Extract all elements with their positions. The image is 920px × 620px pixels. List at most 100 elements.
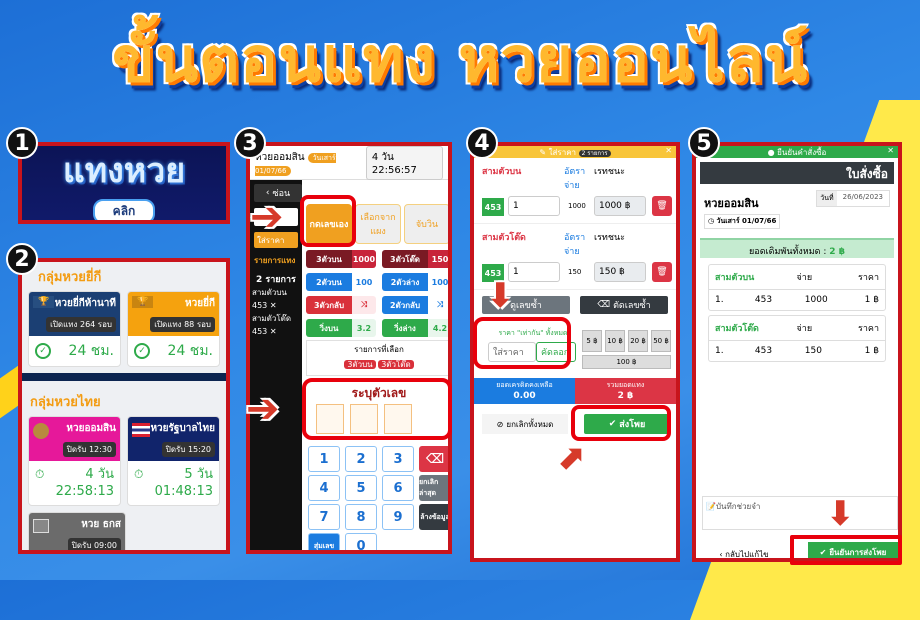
highlight-confirm bbox=[790, 535, 902, 565]
tab-pick-win[interactable]: จับวิน bbox=[404, 204, 448, 244]
key-9[interactable]: 9 bbox=[382, 504, 414, 530]
price-header: ✎ ใส่ราคา 2 รายการ ✕ bbox=[474, 146, 676, 158]
amount-input[interactable]: 1 bbox=[508, 196, 560, 216]
bet-list-label: รายการแทง bbox=[254, 256, 296, 265]
table-type: สามตัวบน bbox=[715, 273, 755, 283]
table-row: 1. 453 150 1 ฿ bbox=[715, 346, 879, 356]
trophy-icon: 🏆 bbox=[132, 296, 154, 308]
key-7[interactable]: 7 bbox=[308, 504, 340, 530]
step-badge-3: 3 bbox=[234, 127, 266, 159]
bet-type-button[interactable]: 2ตัวล่าง 100 bbox=[382, 273, 448, 291]
key-2[interactable]: 2 bbox=[345, 446, 377, 472]
bet-type-button[interactable]: 3ตัวโต๊ด 150 bbox=[382, 250, 448, 268]
row-type: สามตัวบน bbox=[482, 167, 522, 177]
total-box: รวมยอดแทง 2 ฿ bbox=[575, 378, 676, 404]
delete-row-button[interactable]: 🗑 bbox=[652, 196, 672, 216]
win-header: เรทชนะ bbox=[594, 167, 625, 177]
order-table: สามตัวบน จ่าย ราคา 1. 453 1000 1 ฿ bbox=[708, 264, 886, 311]
remove-icon[interactable]: ✕ bbox=[270, 301, 277, 310]
key-0[interactable]: 0 bbox=[345, 533, 377, 550]
bet-type-button[interactable]: วิ่งล่าง 4.2 bbox=[382, 319, 448, 337]
confirm-header: ● ยืนยันคำสั่งซื้อ ✕ bbox=[696, 146, 898, 158]
key-6[interactable]: 6 bbox=[382, 475, 414, 501]
random-key[interactable]: สุ่มเลข bbox=[308, 533, 340, 550]
undo-last-key[interactable]: ยกเลิกล่าสุด bbox=[419, 475, 448, 501]
keypad: 1 2 3 ⌫ 4 5 6 ยกเลิกล่าสุด 7 8 9 ล้างข้อมูลสุ่มเลข 0 bbox=[308, 446, 448, 550]
baac-logo-icon bbox=[33, 519, 49, 533]
tab-from-panel[interactable]: เลือกจากแผง bbox=[355, 204, 401, 244]
remove-icon[interactable]: ✕ bbox=[270, 327, 277, 336]
card-time: 01:48:13 bbox=[154, 484, 213, 499]
invoice-title: ใบสั่งซื้อ bbox=[700, 162, 894, 184]
memo-input[interactable]: 📝บันทึกช่วยจำ bbox=[702, 496, 898, 530]
step-badge-5: 5 bbox=[688, 127, 720, 159]
quick-amount-button[interactable]: 100 ฿ bbox=[582, 355, 671, 369]
selected-tag: 3ตัวบน bbox=[344, 360, 376, 369]
cut-duplicates-button[interactable]: ⌫ ตัดเลขซ้ำ bbox=[580, 296, 668, 314]
close-icon[interactable]: ✕ bbox=[887, 146, 894, 155]
bet-type-button[interactable]: 3ตัวกลับ ⤨ bbox=[306, 296, 376, 314]
ban-icon: ⊘ bbox=[496, 419, 504, 429]
delete-row-button[interactable]: 🗑 bbox=[652, 262, 672, 282]
selected-tag: 3ตัวโต๊ด bbox=[378, 360, 414, 369]
key-3[interactable]: 3 bbox=[382, 446, 414, 472]
group-title-yiki: กลุ่มหวยยี่กี bbox=[38, 270, 102, 285]
cancel-all-button[interactable]: ⊘ ยกเลิกทั้งหมด bbox=[482, 414, 568, 434]
bet-count: 2 รายการ bbox=[256, 275, 296, 285]
close-icon[interactable]: ✕ bbox=[665, 146, 672, 155]
step-badge-2: 2 bbox=[6, 243, 38, 275]
rate-value: 1000 bbox=[568, 202, 586, 210]
order-table: สามตัวโต๊ด จ่าย ราคา 1. 453 150 1 ฿ bbox=[708, 315, 886, 362]
card-days: 4 วัน bbox=[85, 467, 114, 482]
win-header: เรทชนะ bbox=[594, 233, 625, 243]
quick-amount-button[interactable]: 20 ฿ bbox=[628, 330, 648, 352]
card-status: 24 ชม. bbox=[167, 343, 213, 359]
table-type: สามตัวโต๊ด bbox=[715, 324, 759, 334]
card-sub: เปิดแทง 88 รอบ bbox=[150, 317, 215, 332]
chevron-left-icon: ‹ bbox=[719, 550, 723, 559]
clear-key[interactable]: ล้างข้อมูล bbox=[419, 504, 448, 530]
count-badge: 2 รายการ bbox=[578, 150, 611, 157]
key-1[interactable]: 1 bbox=[308, 446, 340, 472]
quick-amount-button[interactable]: 5 ฿ bbox=[582, 330, 602, 352]
rate-header: อัตราจ่าย bbox=[564, 167, 586, 191]
bet-type: สามตัวบน bbox=[252, 288, 287, 297]
group-title-thai: กลุ่มหวยไทย bbox=[30, 395, 101, 410]
lottery-name: หวยออมสิน bbox=[255, 151, 305, 163]
gsb-logo-icon bbox=[33, 423, 49, 439]
lottery-card[interactable]: 🏆 หวยยี่กีห้านาที เปิดแทง 264 รอบ ✓ 24 ช… bbox=[28, 291, 121, 367]
trophy-icon: 🏆 bbox=[33, 296, 55, 308]
trash-icon: 🗑 bbox=[656, 201, 668, 211]
arrow-up-right-icon: ⬈ bbox=[556, 438, 585, 478]
key-4[interactable]: 4 bbox=[308, 475, 340, 501]
back-button[interactable]: ‹ กลับไปแก้ไข bbox=[704, 548, 784, 559]
timer-icon: ⏱ bbox=[134, 467, 144, 481]
card-sub: ปิดรับ 12:30 bbox=[62, 442, 116, 457]
amount-input[interactable]: 1 bbox=[508, 262, 560, 282]
draw-date: ◷ วันเสาร์ 01/07/66 bbox=[704, 214, 781, 229]
timer-icon: ⏱ bbox=[35, 467, 45, 481]
row-type: สามตัวโต๊ด bbox=[482, 233, 526, 243]
eraser-icon: ⌫ bbox=[597, 300, 611, 310]
quick-amount-button[interactable]: 10 ฿ bbox=[605, 330, 625, 352]
bet-type-button[interactable]: วิ่งบน 3.2 bbox=[306, 319, 376, 337]
credit-box: ยอดเครดิตคงเหลือ 0.00 bbox=[474, 378, 575, 404]
step1-banner[interactable]: แทงหวย คลิก bbox=[18, 142, 230, 224]
bet-type-button[interactable]: 2ตัวกลับ ⤨ bbox=[382, 296, 448, 314]
lottery-card[interactable]: หวยออมสิน ปิดรับ 12:30 ⏱ 4 วัน 22:58:13 bbox=[28, 416, 121, 506]
click-button[interactable]: คลิก bbox=[92, 198, 156, 220]
lottery-card-closed[interactable]: หวย ธกส ปิดรับ 09:00 ⊘ ยังไม่รับแทง bbox=[28, 512, 126, 550]
lottery-card[interactable]: 🏆 หวยยี่กี เปิดแทง 88 รอบ ✓ 24 ชม. bbox=[127, 291, 220, 367]
bet-type-button[interactable]: 2ตัวบน 100 bbox=[306, 273, 376, 291]
countdown: 4 วัน 22:56:57 bbox=[365, 146, 443, 180]
selected-box: รายการที่เลือก 3ตัวบน 3ตัวโต๊ด bbox=[306, 340, 448, 376]
key-8[interactable]: 8 bbox=[345, 504, 377, 530]
lottery-card[interactable]: หวยรัฐบาลไทย ปิดรับ 15:20 ⏱ 5 วัน 01:48:… bbox=[127, 416, 220, 506]
note-icon: 📝 bbox=[706, 502, 716, 511]
trash-icon: 🗑 bbox=[656, 267, 668, 277]
backspace-key[interactable]: ⌫ bbox=[419, 446, 448, 472]
quick-amount-button[interactable]: 50 ฿ bbox=[651, 330, 671, 352]
bet-type-button[interactable]: 3ตัวบน 1000 bbox=[306, 250, 376, 268]
key-5[interactable]: 5 bbox=[345, 475, 377, 501]
section-divider bbox=[22, 373, 226, 381]
